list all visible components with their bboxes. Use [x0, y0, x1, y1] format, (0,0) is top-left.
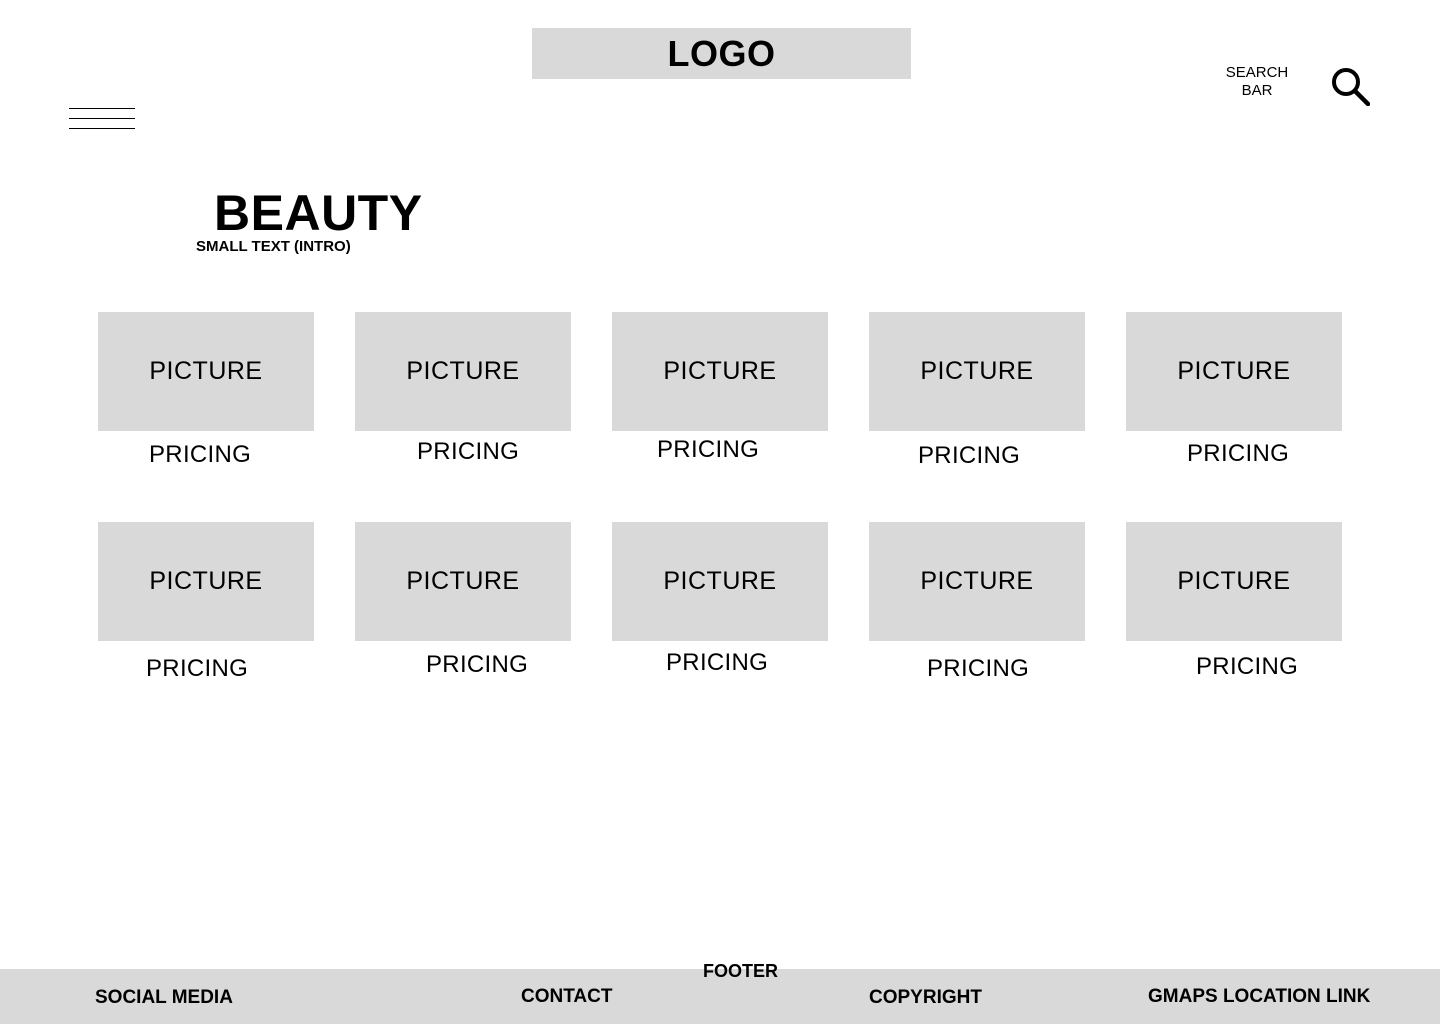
product-pricing: PRICING	[918, 442, 1021, 469]
product-pricing: PRICING	[146, 655, 249, 682]
product-picture[interactable]: PICTURE	[98, 312, 314, 431]
product-pricing: PRICING	[149, 441, 252, 468]
product-card[interactable]: PICTURE	[612, 522, 828, 641]
menu-line	[69, 118, 135, 119]
product-pricing: PRICING	[417, 438, 520, 465]
search-bar-label-line1: SEARCH	[1225, 64, 1289, 81]
product-card[interactable]: PICTURE	[355, 522, 571, 641]
footer-copyright: COPYRIGHT	[869, 987, 982, 1008]
product-picture[interactable]: PICTURE	[612, 312, 828, 431]
product-pricing: PRICING	[426, 651, 529, 678]
product-pricing: PRICING	[1196, 653, 1299, 680]
product-picture[interactable]: PICTURE	[355, 312, 571, 431]
product-picture[interactable]: PICTURE	[98, 522, 314, 641]
product-pricing: PRICING	[666, 649, 769, 676]
menu-icon[interactable]	[69, 106, 135, 130]
product-picture[interactable]: PICTURE	[612, 522, 828, 641]
product-picture[interactable]: PICTURE	[1126, 312, 1342, 431]
search-icon[interactable]	[1330, 66, 1370, 106]
product-pricing: PRICING	[657, 436, 760, 463]
footer-gmaps-link[interactable]: GMAPS LOCATION LINK	[1148, 986, 1370, 1008]
search-bar[interactable]: SEARCH BAR	[1212, 64, 1302, 100]
product-card[interactable]: PICTURE	[869, 522, 1085, 641]
product-picture[interactable]: PICTURE	[869, 522, 1085, 641]
product-card[interactable]: PICTURE	[98, 312, 314, 431]
product-card[interactable]: PICTURE	[98, 522, 314, 641]
footer-contact-link[interactable]: CONTACT	[521, 986, 612, 1008]
product-card[interactable]: PICTURE	[1126, 522, 1342, 641]
intro-text: SMALL TEXT (INTRO)	[196, 238, 351, 255]
footer-social-media-link[interactable]: SOCIAL MEDIA	[95, 987, 233, 1009]
product-card[interactable]: PICTURE	[1126, 312, 1342, 431]
product-card[interactable]: PICTURE	[869, 312, 1085, 431]
page-title: BEAUTY	[214, 185, 423, 241]
footer-label: FOOTER	[703, 961, 778, 981]
search-bar-label-line2: BAR	[1241, 82, 1273, 99]
menu-line	[69, 128, 135, 129]
product-pricing: PRICING	[1187, 440, 1290, 467]
menu-line	[69, 108, 135, 109]
product-card[interactable]: PICTURE	[355, 312, 571, 431]
product-picture[interactable]: PICTURE	[1126, 522, 1342, 641]
logo[interactable]: LOGO	[532, 28, 911, 79]
product-picture[interactable]: PICTURE	[355, 522, 571, 641]
product-card[interactable]: PICTURE	[612, 312, 828, 431]
product-picture[interactable]: PICTURE	[869, 312, 1085, 431]
product-pricing: PRICING	[927, 655, 1030, 682]
